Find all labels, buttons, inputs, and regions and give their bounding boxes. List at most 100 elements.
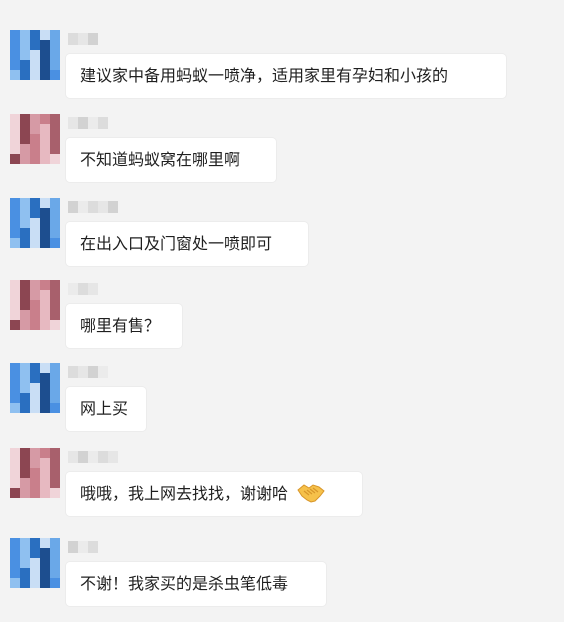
avatar-mosaic-cell: [10, 300, 20, 310]
avatar-mosaic-cell: [50, 578, 60, 588]
avatar-mosaic-cell: [50, 468, 60, 478]
message-bubble[interactable]: 不知道蚂蚁窝在哪里啊: [66, 138, 276, 182]
avatar-mosaic-cell: [50, 568, 60, 578]
message-text: 不谢！我家买的是杀虫笔低毒: [80, 574, 289, 593]
avatar-mosaic-cell: [50, 208, 60, 218]
avatar-mosaic-cell: [10, 310, 20, 320]
avatar-mosaic-cell: [40, 383, 50, 393]
avatar-mosaic-cell: [20, 290, 30, 300]
avatar[interactable]: [10, 448, 60, 498]
avatar-mosaic-cell: [10, 228, 20, 238]
avatar-mosaic-cell: [40, 363, 50, 373]
avatar-mosaic-cell: [20, 144, 30, 154]
avatar-mosaic-cell: [10, 154, 20, 164]
message-bubble[interactable]: 在出入口及门窗处一喷即可: [66, 222, 308, 266]
name-mosaic-cell: [68, 201, 78, 213]
avatar-mosaic-cell: [20, 208, 30, 218]
avatar-mosaic-cell: [10, 468, 20, 478]
avatar-mosaic-cell: [10, 124, 20, 134]
avatar-mosaic-cell: [10, 548, 20, 558]
message-text: 哦哦，我上网去找找，谢谢哈: [80, 484, 289, 503]
avatar[interactable]: [10, 538, 60, 588]
avatar-mosaic-cell: [20, 448, 30, 458]
sender-name-blurred: [68, 366, 108, 378]
avatar-mosaic-cell: [30, 558, 40, 568]
avatar-mosaic-cell: [30, 70, 40, 80]
avatar-mosaic-cell: [20, 403, 30, 413]
avatar-mosaic-cell: [50, 538, 60, 548]
avatar[interactable]: [10, 280, 60, 330]
avatar-mosaic-cell: [30, 468, 40, 478]
avatar-mosaic-cell: [10, 558, 20, 568]
sender-name-blurred: [68, 451, 118, 463]
avatar-mosaic-cell: [40, 468, 50, 478]
avatar-mosaic-cell: [40, 228, 50, 238]
avatar-mosaic-cell: [20, 60, 30, 70]
avatar-mosaic-cell: [20, 538, 30, 548]
avatar-mosaic-cell: [30, 478, 40, 488]
avatar-mosaic-cell: [10, 60, 20, 70]
avatar-mosaic-cell: [20, 218, 30, 228]
avatar-mosaic-cell: [40, 280, 50, 290]
avatar-mosaic-cell: [20, 70, 30, 80]
avatar-mosaic-cell: [50, 320, 60, 330]
avatar-mosaic-cell: [50, 363, 60, 373]
avatar-mosaic-cell: [20, 124, 30, 134]
name-mosaic-cell: [88, 541, 98, 553]
avatar-mosaic-cell: [50, 458, 60, 468]
message-text: 哪里有售？: [80, 316, 161, 335]
avatar-mosaic-cell: [30, 40, 40, 50]
avatar[interactable]: [10, 198, 60, 248]
sender-name-blurred: [68, 201, 118, 213]
avatar-mosaic-cell: [40, 393, 50, 403]
avatar-mosaic-cell: [40, 134, 50, 144]
avatar-mosaic-cell: [40, 30, 50, 40]
avatar-mosaic-cell: [10, 30, 20, 40]
sender-name-blurred: [68, 33, 98, 45]
avatar-mosaic-cell: [20, 393, 30, 403]
sender-name-blurred: [68, 283, 98, 295]
avatar-mosaic-cell: [10, 320, 20, 330]
avatar-mosaic-cell: [40, 154, 50, 164]
message-row: 网上买: [0, 363, 564, 447]
avatar[interactable]: [10, 114, 60, 164]
avatar-mosaic-cell: [50, 300, 60, 310]
name-mosaic-cell: [88, 201, 98, 213]
avatar-mosaic-cell: [40, 124, 50, 134]
avatar-mosaic-cell: [10, 448, 20, 458]
avatar-mosaic-cell: [40, 488, 50, 498]
avatar-mosaic-cell: [50, 548, 60, 558]
avatar-mosaic-cell: [40, 448, 50, 458]
avatar-mosaic-cell: [40, 208, 50, 218]
avatar-mosaic-cell: [30, 403, 40, 413]
message-bubble[interactable]: 网上买: [66, 387, 146, 431]
avatar-mosaic-cell: [10, 373, 20, 383]
avatar-mosaic-cell: [20, 238, 30, 248]
avatar-mosaic-cell: [40, 218, 50, 228]
avatar[interactable]: [10, 30, 60, 80]
avatar-mosaic-cell: [10, 208, 20, 218]
avatar-mosaic-cell: [20, 478, 30, 488]
message-bubble[interactable]: 建议家中备用蚂蚁一喷净，适用家里有孕妇和小孩的: [66, 54, 506, 98]
name-mosaic-cell: [88, 283, 98, 295]
message-row: 建议家中备用蚂蚁一喷净，适用家里有孕妇和小孩的: [0, 30, 564, 114]
avatar-mosaic-cell: [30, 383, 40, 393]
avatar[interactable]: [10, 363, 60, 413]
name-mosaic-cell: [88, 366, 98, 378]
avatar-mosaic-cell: [30, 144, 40, 154]
message-bubble[interactable]: 不谢！我家买的是杀虫笔低毒: [66, 562, 326, 606]
avatar-mosaic-cell: [20, 300, 30, 310]
avatar-mosaic-cell: [50, 144, 60, 154]
avatar-mosaic-cell: [30, 393, 40, 403]
avatar-mosaic-cell: [50, 114, 60, 124]
avatar-mosaic-cell: [50, 310, 60, 320]
avatar-mosaic-cell: [40, 114, 50, 124]
avatar-mosaic-cell: [50, 383, 60, 393]
message-bubble[interactable]: 哪里有售？: [66, 304, 182, 348]
avatar-mosaic-cell: [20, 114, 30, 124]
avatar-mosaic-cell: [30, 154, 40, 164]
avatar-mosaic-cell: [10, 363, 20, 373]
avatar-mosaic-cell: [50, 40, 60, 50]
avatar-mosaic-cell: [40, 40, 50, 50]
message-bubble[interactable]: 哦哦，我上网去找找，谢谢哈: [66, 472, 362, 516]
